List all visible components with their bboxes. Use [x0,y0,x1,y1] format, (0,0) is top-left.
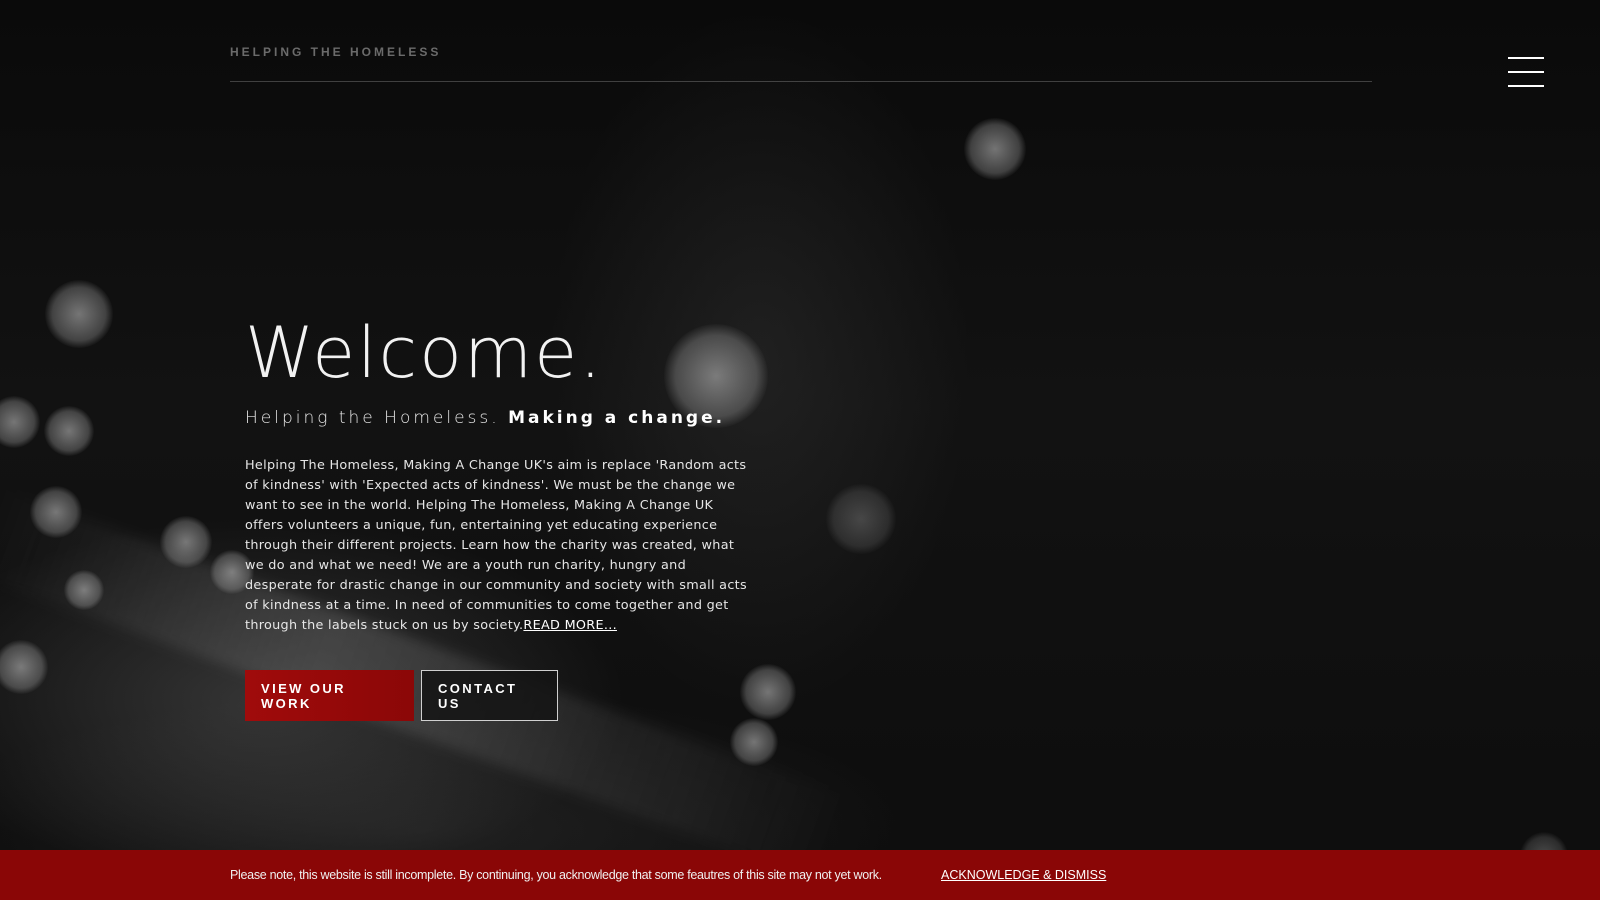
acknowledge-dismiss-link[interactable]: ACKNOWLEDGE & DISMISS [941,868,1106,882]
hamburger-menu-icon[interactable] [1508,55,1544,89]
site-header: HELPING THE HOMELESS [230,0,1372,82]
hero-subtitle-bold: Making a change. [508,408,726,428]
menu-line [1508,85,1544,87]
background-bokeh-light [160,516,212,568]
background-bokeh-light [0,640,48,694]
menu-line [1508,71,1544,73]
page: HELPING THE HOMELESS Welcome. Helping th… [0,0,1600,900]
hero-actions: VIEW OUR WORK CONTACT US [245,670,765,721]
contact-us-button[interactable]: CONTACT US [421,670,558,721]
hero-description-text: Helping The Homeless, Making A Change UK… [245,458,747,633]
background-bokeh-light [30,486,82,538]
hero-subtitle: Helping the Homeless. Making a change. [245,408,765,428]
background-bokeh-light [0,396,40,448]
incomplete-site-notice-bar: Please note, this website is still incom… [0,850,1600,900]
hero-description: Helping The Homeless, Making A Change UK… [245,456,755,636]
read-more-link[interactable]: READ MORE... [523,618,617,633]
notice-text: Please note, this website is still incom… [230,868,882,882]
background-bokeh-light [44,406,94,456]
hero-section: Welcome. Helping the Homeless. Making a … [245,312,765,721]
background-bokeh-light [964,118,1026,180]
view-our-work-button[interactable]: VIEW OUR WORK [245,670,414,721]
site-brand[interactable]: HELPING THE HOMELESS [230,45,441,59]
background-bokeh-light [826,484,896,554]
menu-line [1508,57,1544,59]
hero-subtitle-light: Helping the Homeless. [245,408,500,428]
background-bokeh-light [45,280,113,348]
background-bokeh-light [64,570,104,610]
hero-title: Welcome. [245,312,604,394]
background-bokeh-light [730,718,778,766]
